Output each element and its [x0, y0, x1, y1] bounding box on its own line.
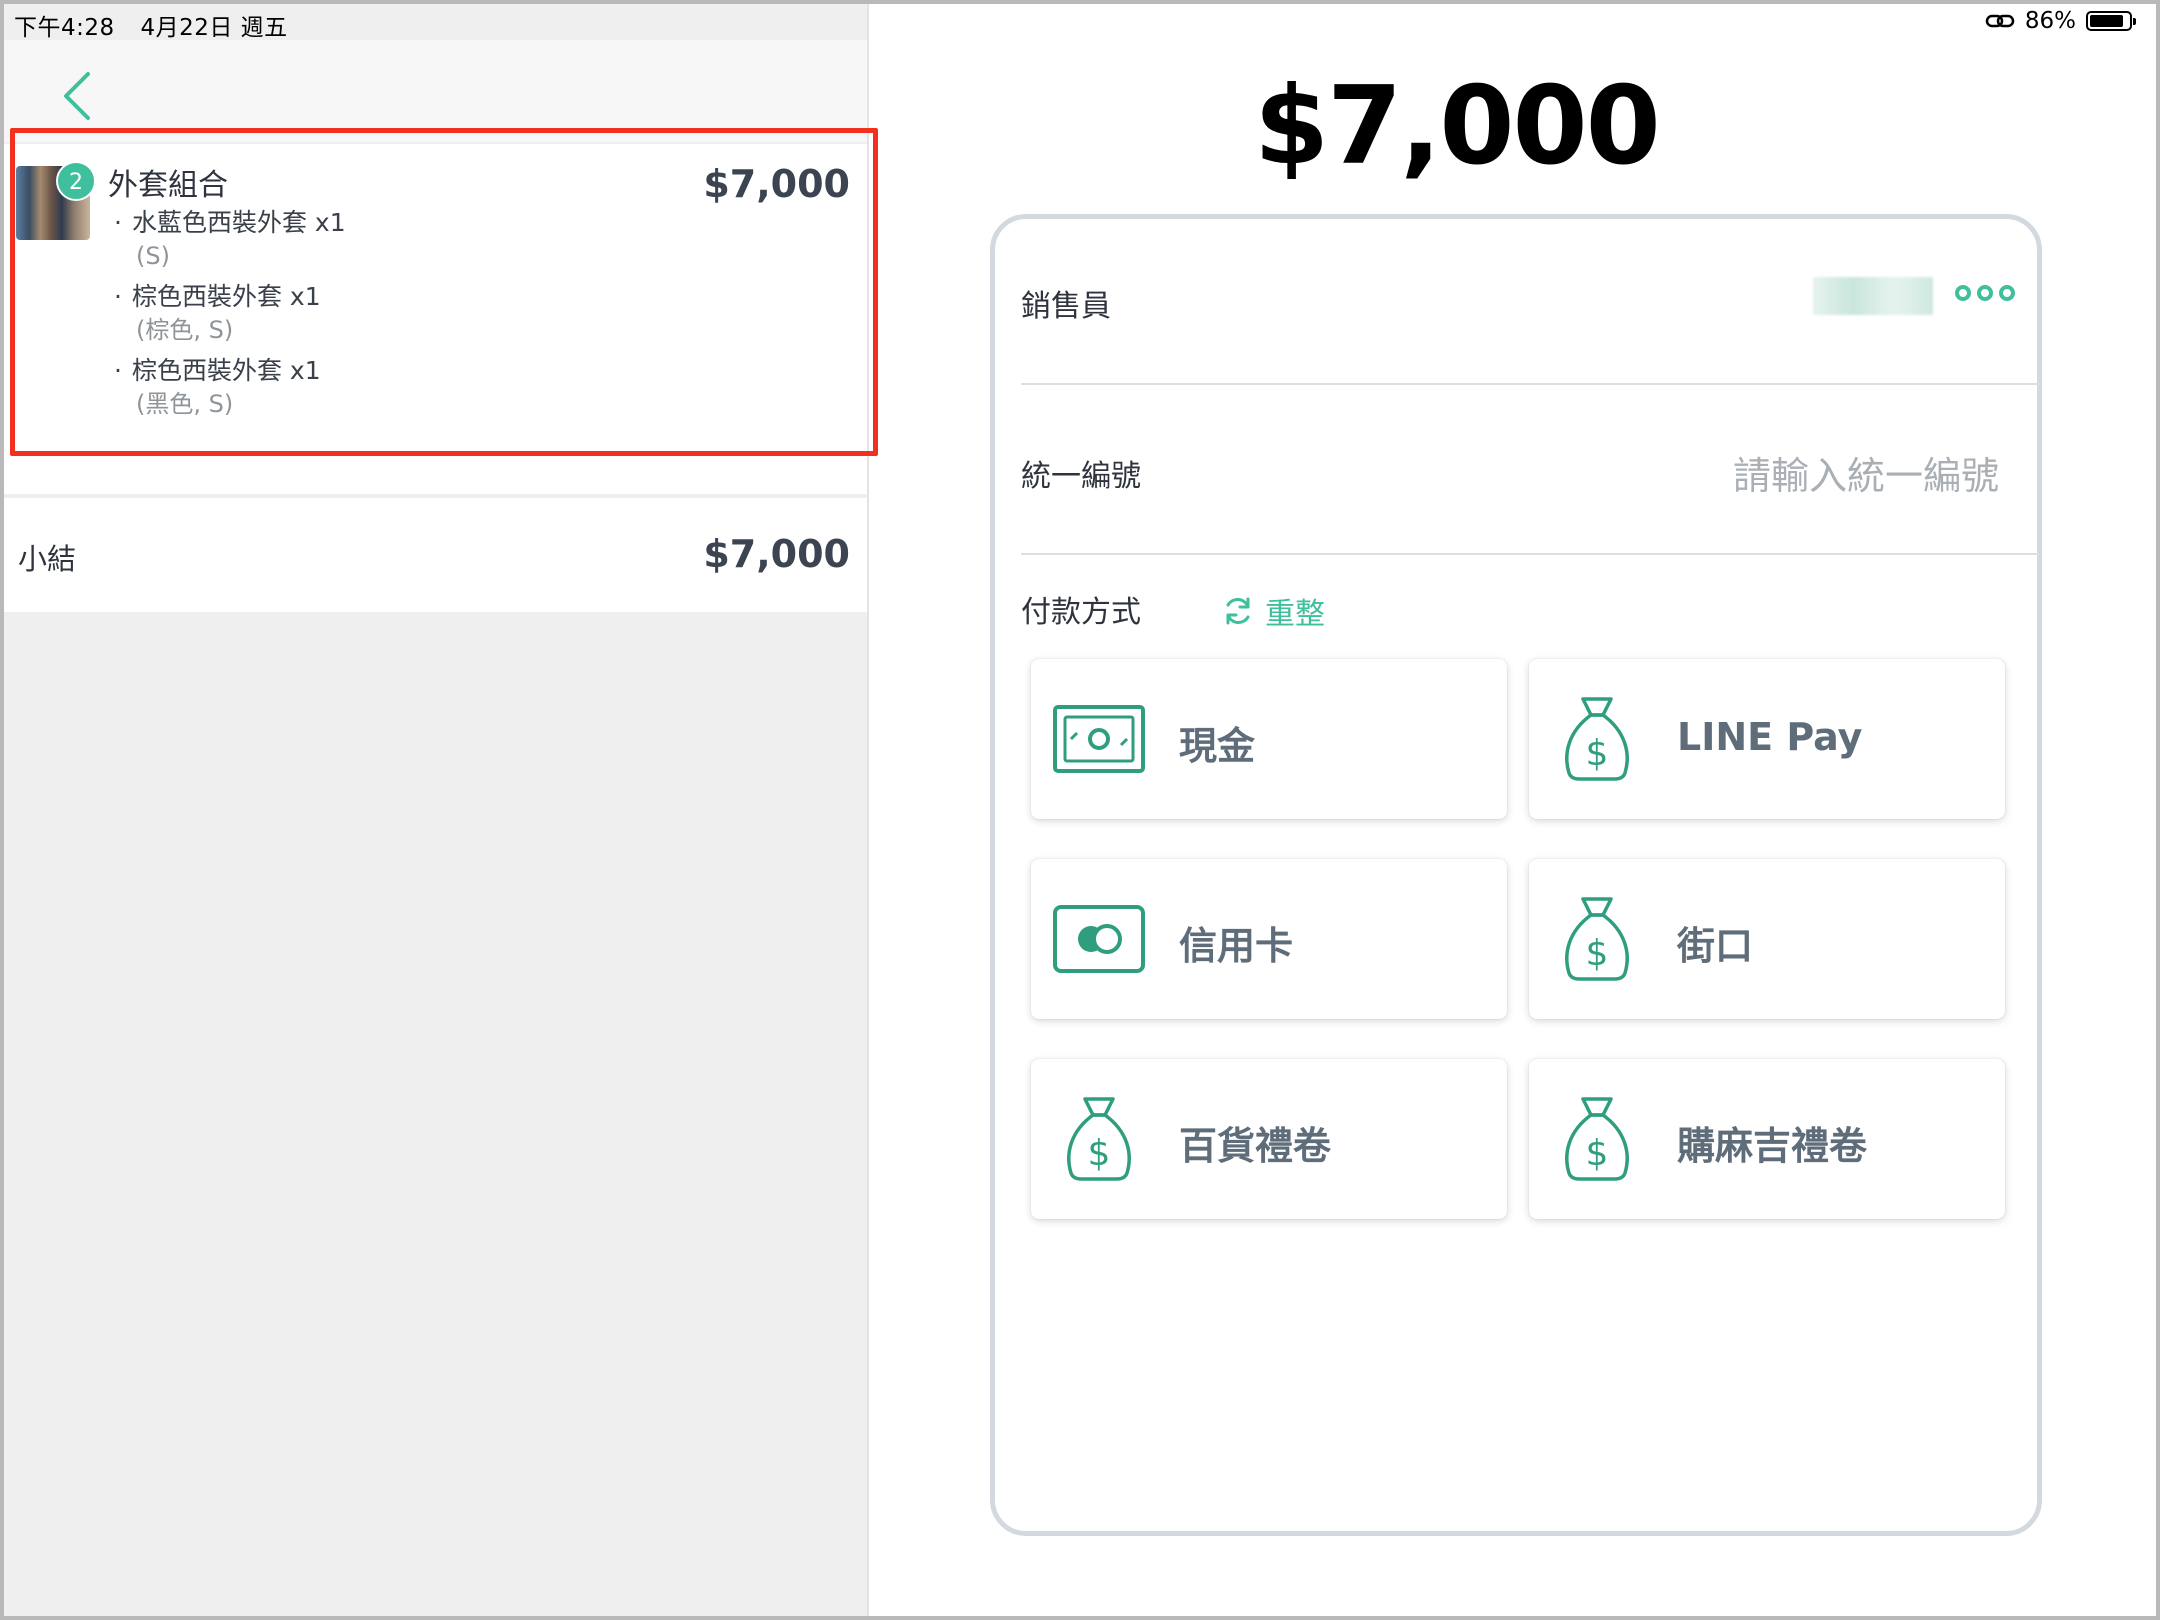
battery-percent: 86% [2024, 8, 2076, 34]
back-button[interactable] [58, 68, 102, 124]
pay-credit-card-button[interactable]: 信用卡 [1031, 859, 1507, 1019]
status-bar: 下午4:28 4月22日 週五 86% [4, 4, 2156, 42]
subtotal-value: $7,000 [703, 532, 850, 576]
pay-method-label: 信用卡 [1179, 924, 1294, 968]
tax-id-label: 統一編號 [1021, 459, 1141, 494]
variant-name: 棕色西裝外套 x1 [114, 356, 346, 386]
list-item: 棕色西裝外套 x1 (黑色, S) [114, 356, 346, 430]
svg-text:$: $ [1586, 1133, 1609, 1174]
seller-label: 銷售員 [1021, 289, 1111, 324]
list-item: 棕色西裝外套 x1 (棕色, S) [114, 282, 346, 356]
divider [1021, 553, 2039, 555]
pay-method-label: 百貨禮卷 [1179, 1124, 1332, 1168]
quantity-badge: 2 [56, 161, 96, 201]
battery-level [2090, 15, 2123, 27]
money-bag-icon: $ [1565, 697, 1629, 781]
variant-spec: (棕色, S) [136, 316, 234, 344]
variant-list: 水藍色西裝外套 x1 (S) 棕色西裝外套 x1 (棕色, S) 棕色西裝外套 … [114, 208, 346, 430]
money-bag-icon: $ [1067, 1097, 1131, 1181]
pay-method-label: 購麻吉禮卷 [1677, 1124, 1868, 1168]
battery-icon [2086, 11, 2136, 31]
tax-id-input[interactable] [1577, 447, 2001, 505]
variant-spec: (黑色, S) [136, 390, 234, 418]
dot-icon [1977, 285, 1993, 301]
refresh-icon [1226, 597, 1250, 625]
pay-method-label: 街口 [1677, 924, 1754, 968]
variant-name: 水藍色西裝外套 x1 [114, 208, 346, 238]
order-header [4, 40, 867, 142]
seller-name-redacted [1813, 277, 1933, 315]
dot-icon [1999, 285, 2015, 301]
status-time: 下午4:28 [14, 15, 115, 41]
cash-icon [1053, 705, 1145, 773]
status-datetime: 下午4:28 4月22日 週五 [14, 8, 288, 42]
money-bag-icon: $ [1565, 1097, 1629, 1181]
product-price: $7,000 [703, 162, 850, 206]
variant-spec: (S) [136, 242, 170, 270]
pay-cash-button[interactable]: 現金 [1031, 659, 1507, 819]
payment-method-label: 付款方式 [1021, 595, 1141, 630]
money-bag-icon: $ [1565, 897, 1629, 981]
more-button[interactable] [1955, 285, 2015, 301]
pay-linepay-button[interactable]: $ LINE Pay [1529, 659, 2005, 819]
pay-method-label: LINE Pay [1677, 715, 1863, 759]
svg-text:$: $ [1586, 733, 1609, 774]
chevron-left-icon [64, 72, 90, 120]
product-name: 外套組合 [108, 168, 228, 203]
pay-jkopay-button[interactable]: $ 街口 [1529, 859, 2005, 1019]
credit-card-icon [1053, 905, 1145, 973]
svg-text:$: $ [1088, 1133, 1111, 1174]
subtotal-row: 小結 $7,000 [4, 498, 867, 612]
link-icon [1985, 14, 2015, 28]
subtotal-label: 小結 [18, 542, 77, 576]
svg-text:$: $ [1586, 933, 1609, 974]
pay-dept-voucher-button[interactable]: $ 百貨禮卷 [1031, 1059, 1507, 1219]
app-window: 2 外套組合 $7,000 水藍色西裝外套 x1 (S) 棕色西裝外套 x1 (… [0, 0, 2160, 1620]
order-panel: 2 外套組合 $7,000 水藍色西裝外套 x1 (S) 棕色西裝外套 x1 (… [4, 4, 869, 1616]
order-item[interactable]: 2 外套組合 $7,000 水藍色西裝外套 x1 (S) 棕色西裝外套 x1 (… [4, 144, 867, 494]
dot-icon [1955, 285, 1971, 301]
reset-label: 重整 [1265, 597, 1325, 632]
total-amount: $7,000 [1254, 64, 1661, 189]
list-item: 水藍色西裝外套 x1 (S) [114, 208, 346, 282]
status-indicators: 86% [1985, 8, 2136, 34]
variant-name: 棕色西裝外套 x1 [114, 282, 346, 312]
status-date: 4月22日 週五 [140, 15, 288, 41]
pay-method-label: 現金 [1179, 724, 1256, 768]
pay-gomaji-voucher-button[interactable]: $ 購麻吉禮卷 [1529, 1059, 2005, 1219]
reset-button[interactable]: 重整 [1221, 589, 1325, 633]
payment-card: 銷售員 統一編號 付款方式 重整 [990, 214, 2042, 1536]
divider [1021, 383, 2039, 385]
